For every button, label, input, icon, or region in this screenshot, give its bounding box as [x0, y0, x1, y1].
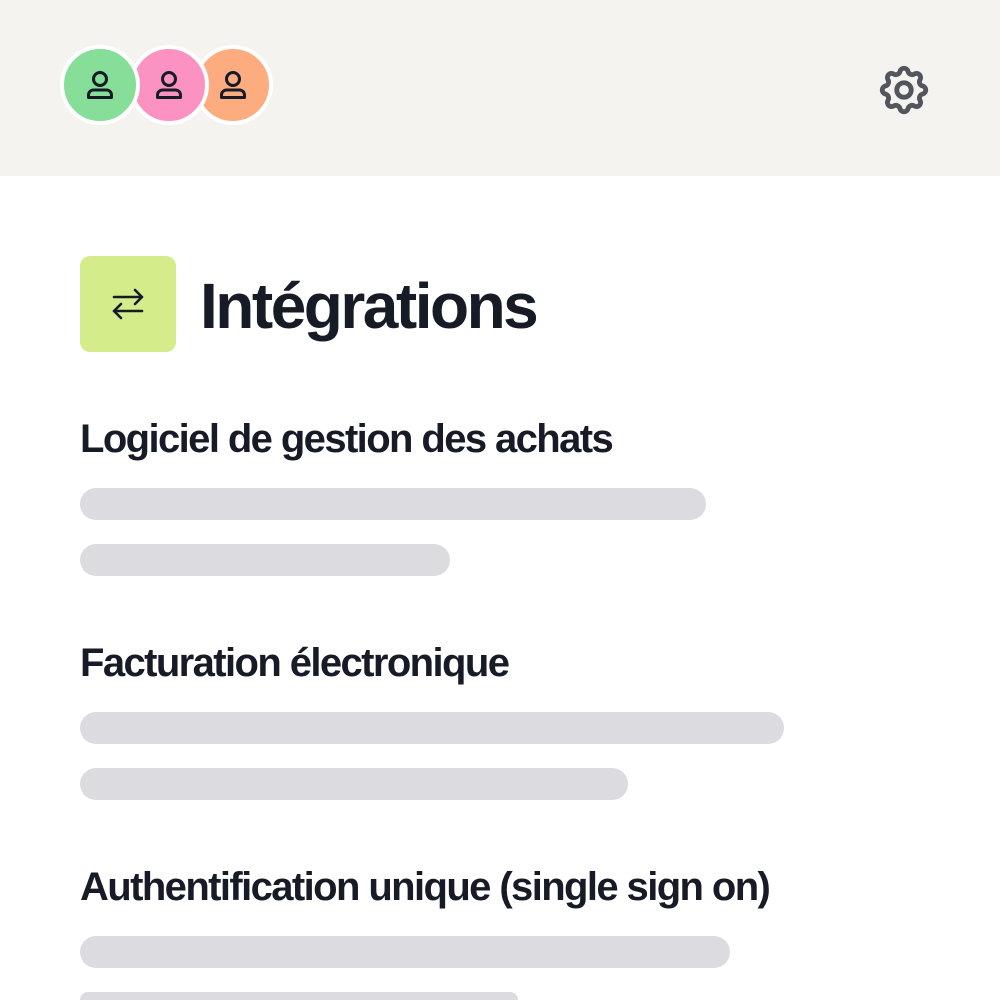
top-bar [0, 0, 1000, 176]
user-icon [220, 71, 246, 99]
skeleton-line [80, 992, 518, 1000]
user-icon [156, 71, 182, 99]
arrows-exchange-icon [112, 288, 144, 320]
section-title-e-invoicing: Facturation électronique [80, 641, 510, 685]
gear-icon [879, 65, 929, 115]
skeleton-line [80, 768, 628, 800]
settings-button[interactable] [872, 58, 936, 122]
avatar[interactable] [60, 45, 140, 125]
skeleton-line [80, 936, 730, 968]
user-icon [87, 71, 113, 99]
section-title-purchasing: Logiciel de gestion des achats [80, 417, 614, 461]
skeleton-line [80, 488, 706, 520]
page-title: Intégrations [200, 270, 539, 342]
skeleton-line [80, 712, 784, 744]
section-title-sso: Authentification unique (single sign on) [80, 865, 771, 909]
avatar[interactable] [129, 45, 209, 125]
skeleton-line [80, 544, 450, 576]
title-icon-badge [80, 256, 176, 352]
